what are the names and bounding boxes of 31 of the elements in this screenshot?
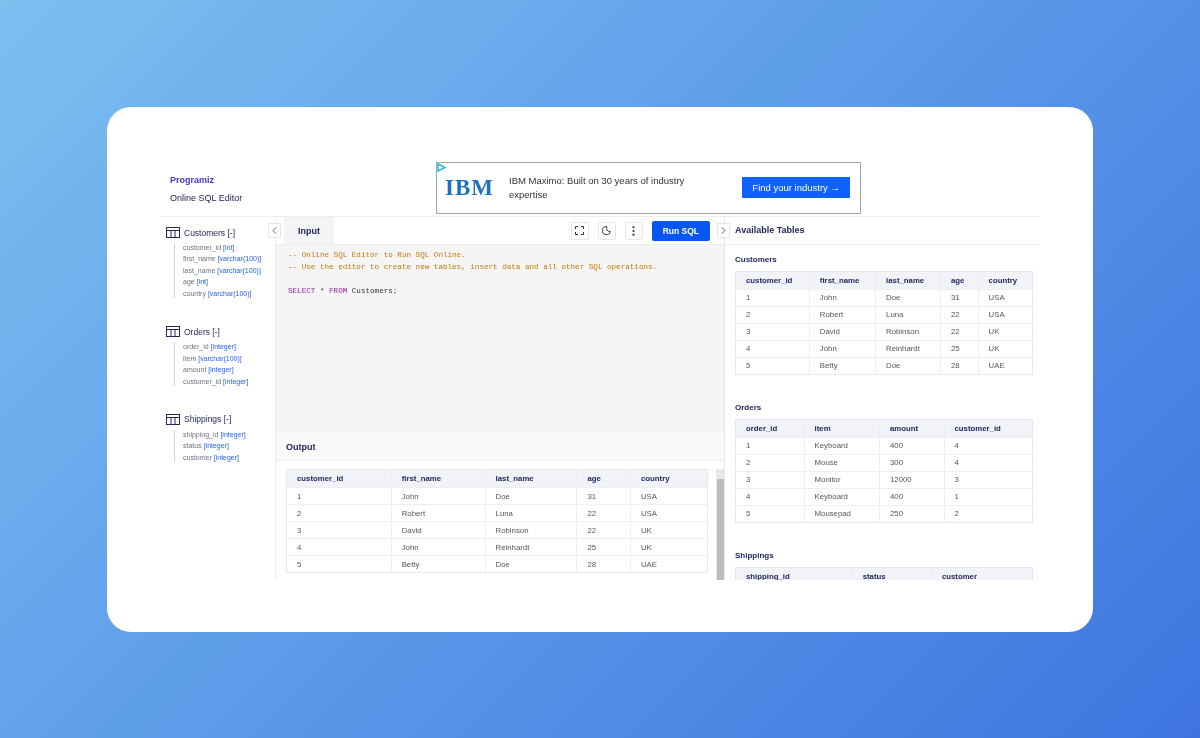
ad-choices-icon[interactable] [437,162,446,172]
ad-banner[interactable]: IBM IBM Maximo: Built on 30 years of industry expertise Find your industry → [436,161,861,214]
ad-button[interactable]: Find your industry → [742,177,850,198]
chevron-left-icon [272,227,277,234]
input-tab[interactable]: Input [284,217,334,244]
chevron-right-icon [721,227,726,234]
fullscreen-button[interactable] [570,221,589,240]
more-button[interactable] [624,221,643,240]
run-button[interactable]: Run SQL [651,220,710,241]
collapse-right-button[interactable] [717,223,730,238]
table-title: Orders [735,402,763,412]
table-title: Shippings [735,550,775,560]
output-title: Output [286,441,316,452]
fullscreen-icon [575,226,585,235]
moon-icon [602,226,612,235]
schema-table-name[interactable]: Customers [-] [184,227,236,238]
ad-text: IBM Maximo: Built on 30 years of industry expertise [509,174,686,201]
table-icon [166,227,180,238]
table-icon [166,326,180,338]
table-icon [166,413,180,425]
table-title: Customers [735,254,778,264]
schema-table-name[interactable]: Orders [-] [184,326,220,337]
scrollbar[interactable] [716,469,724,580]
theme-button[interactable] [597,221,616,240]
logo[interactable]: Programiz [170,174,436,185]
schema-table-name[interactable]: Shippings [-] [184,414,232,425]
panel-title: Available Tables [735,225,805,236]
brand-logo: IBM [445,174,495,201]
page-title: Online SQL Editor [170,192,244,203]
collapse-left-button[interactable] [268,223,281,238]
more-icon [632,225,636,236]
